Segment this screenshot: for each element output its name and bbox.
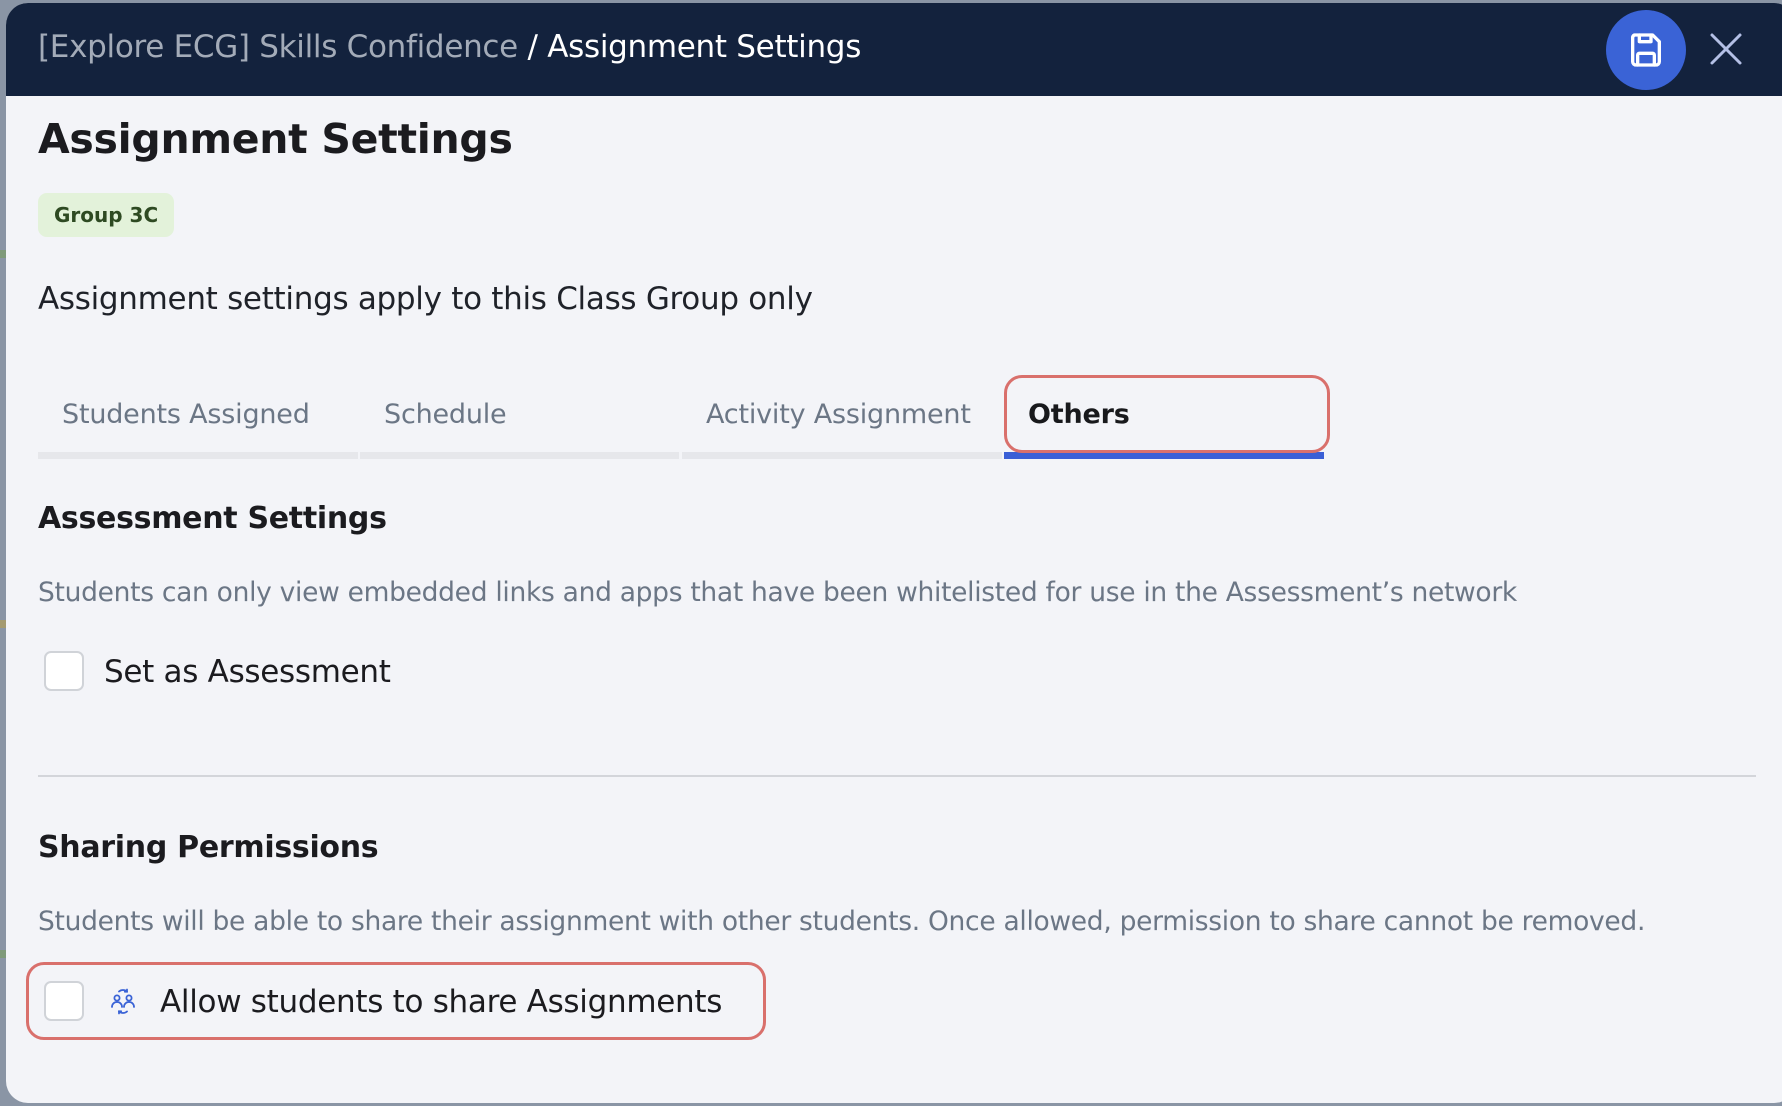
settings-tabs: Students Assigned Schedule Activity Assi…: [38, 381, 1338, 459]
group-badge: Group 3C: [38, 193, 175, 237]
tab-underline: [682, 452, 1002, 459]
set-as-assessment-checkbox[interactable]: [44, 651, 84, 691]
allow-sharing-label[interactable]: Allow students to share Assignments: [160, 984, 722, 1020]
section-divider: [38, 775, 1756, 777]
sharing-permissions-heading: Sharing Permissions: [38, 830, 379, 865]
breadcrumb-separator: /: [517, 29, 548, 65]
save-button[interactable]: [1606, 10, 1686, 90]
close-button[interactable]: [1706, 29, 1746, 69]
modal-header: [Explore ECG] Skills Confidence / Assign…: [6, 3, 1782, 96]
allow-sharing-checkbox[interactable]: [44, 981, 84, 1021]
breadcrumb-current: Assignment Settings: [547, 29, 862, 65]
page-title: Assignment Settings: [38, 115, 513, 163]
tab-label: Schedule: [384, 399, 507, 430]
tab-students-assigned[interactable]: Students Assigned: [38, 381, 358, 459]
sharing-permissions-description: Students will be able to share their ass…: [38, 906, 1646, 937]
close-x-icon: [1710, 33, 1742, 65]
assignment-settings-modal: [Explore ECG] Skills Confidence / Assign…: [6, 3, 1782, 1103]
tab-schedule[interactable]: Schedule: [360, 381, 679, 459]
breadcrumb: [Explore ECG] Skills Confidence / Assign…: [38, 27, 861, 67]
tab-label: Others: [1028, 399, 1130, 430]
page-subtitle: Assignment settings apply to this Class …: [38, 281, 813, 317]
breadcrumb-parent[interactable]: [Explore ECG] Skills Confidence: [38, 29, 518, 65]
tab-others[interactable]: Others: [1004, 381, 1324, 459]
tab-label: Students Assigned: [62, 399, 310, 430]
assessment-settings-heading: Assessment Settings: [38, 501, 387, 536]
floppy-disk-icon: [1630, 33, 1661, 67]
tab-underline: [360, 452, 679, 459]
tab-underline: [38, 452, 358, 459]
share-students-icon: [111, 988, 135, 1015]
set-as-assessment-label[interactable]: Set as Assessment: [104, 654, 391, 690]
tab-label: Activity Assignment: [706, 399, 971, 430]
assessment-settings-description: Students can only view embedded links an…: [38, 577, 1517, 608]
tab-activity-assignment[interactable]: Activity Assignment: [682, 381, 1002, 459]
tab-underline-active: [1004, 452, 1324, 459]
